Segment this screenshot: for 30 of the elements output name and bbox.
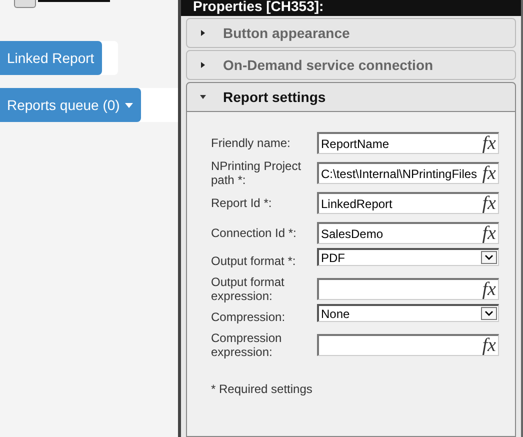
input-field[interactable]: LinkedReport fx: [317, 192, 499, 214]
chevron-icon: [485, 255, 493, 260]
input-field[interactable]: ReportName fx: [317, 132, 499, 154]
field-label: Friendly name:: [211, 136, 292, 150]
chevron-icon: [485, 311, 493, 316]
field-label: Connection Id *:: [211, 226, 298, 240]
field-label: Output format expression:: [211, 275, 286, 303]
field-label: NPrinting Project path *:: [211, 159, 302, 187]
field-label: Report Id *:: [211, 196, 273, 210]
section-header[interactable]: Report settings: [186, 82, 516, 112]
dropdown-button[interactable]: Reports queue (0): [0, 88, 141, 122]
field-label: Output format *:: [211, 253, 297, 268]
triangle-icon: [199, 61, 207, 69]
dropdown-field[interactable]: PDF: [317, 248, 499, 266]
section-header[interactable]: On-Demand service connection: [186, 50, 516, 80]
input-field[interactable]: fx: [317, 278, 499, 300]
field-label: Compression:: [211, 309, 286, 324]
field-label: Compression expression:: [211, 331, 283, 359]
report-button[interactable]: Linked Report: [0, 41, 102, 75]
toolbar-icon[interactable]: [14, 0, 36, 8]
required-note: * Required settings: [211, 382, 314, 396]
input-field[interactable]: fx: [317, 334, 499, 356]
caret-icon: [124, 102, 133, 108]
input-field[interactable]: C:\test\Internal\NPrintingFiles fx: [317, 162, 499, 184]
section-header[interactable]: Button appearance: [186, 18, 516, 48]
input-field[interactable]: SalesDemo fx: [317, 222, 499, 244]
triangle-icon: [199, 93, 207, 101]
dropdown-field[interactable]: None: [317, 304, 499, 322]
triangle-icon: [199, 29, 207, 37]
panel-title: Properties [CH353]:: [193, 0, 324, 14]
